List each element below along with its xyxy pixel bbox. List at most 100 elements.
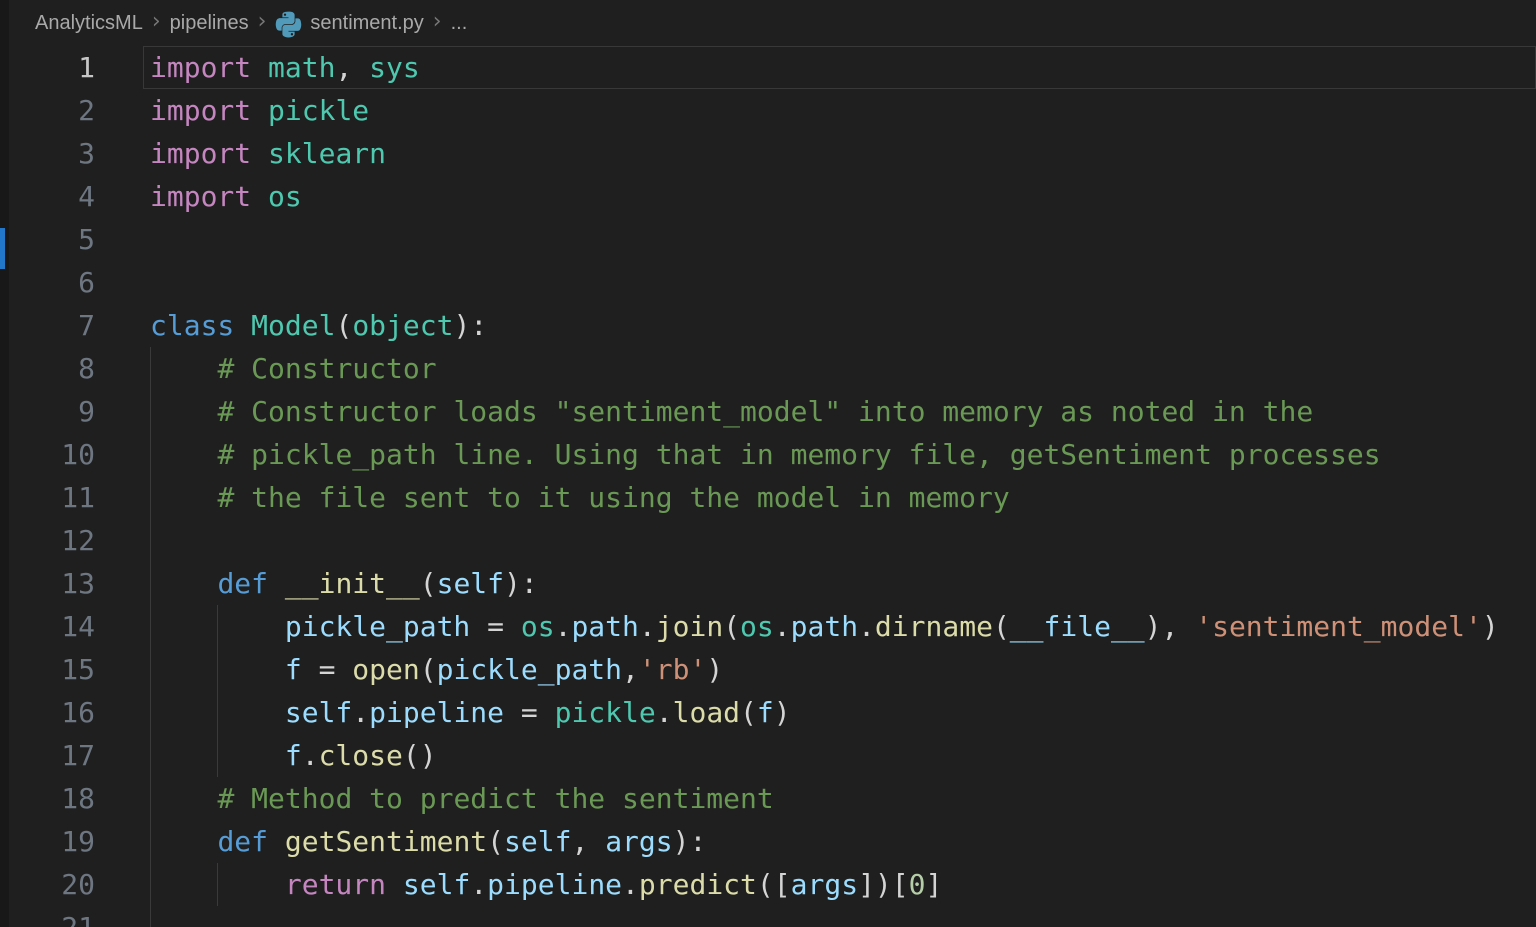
code-line[interactable]: 10 # pickle_path line. Using that in mem… xyxy=(9,433,1536,476)
code-token: # pickle_path line. Using that in memory… xyxy=(217,438,1380,471)
breadcrumb-item-project[interactable]: AnalyticsML xyxy=(35,12,143,35)
code-token: 0 xyxy=(909,868,926,901)
indent-guide xyxy=(150,648,151,691)
code-line[interactable]: 19 def getSentiment(self, args): xyxy=(9,820,1536,863)
code-token: ) xyxy=(706,653,723,686)
code-token: sklearn xyxy=(268,137,386,170)
breadcrumb-item-symbol[interactable]: ... xyxy=(451,12,468,35)
code-token: # Method to predict the sentiment xyxy=(217,782,773,815)
code-token xyxy=(251,137,268,170)
code-line[interactable]: 17 f.close() xyxy=(9,734,1536,777)
line-number[interactable]: 15 xyxy=(9,648,95,691)
code-line[interactable]: 8 # Constructor xyxy=(9,347,1536,390)
line-number[interactable]: 20 xyxy=(9,863,95,906)
line-number[interactable]: 5 xyxy=(9,218,95,261)
indent-guide xyxy=(150,562,151,605)
code-token xyxy=(234,309,251,342)
line-content: # Constructor loads "sentiment_model" in… xyxy=(150,390,1313,433)
indent-guide xyxy=(150,476,151,519)
code-token: join xyxy=(656,610,723,643)
line-number[interactable]: 12 xyxy=(9,519,95,562)
line-number[interactable]: 10 xyxy=(9,433,95,476)
code-line[interactable]: 11 # the file sent to it using the model… xyxy=(9,476,1536,519)
code-token: ), xyxy=(1145,610,1196,643)
code-token xyxy=(268,567,285,600)
line-number[interactable]: 11 xyxy=(9,476,95,519)
code-line[interactable]: 4import os xyxy=(9,175,1536,218)
code-token: pipeline xyxy=(369,696,504,729)
line-content: # Constructor xyxy=(150,347,437,390)
line-content: f.close() xyxy=(150,734,437,777)
code-token: os xyxy=(521,610,555,643)
line-number[interactable]: 17 xyxy=(9,734,95,777)
code-line[interactable]: 6 xyxy=(9,261,1536,304)
code-line[interactable]: 2 import pickle xyxy=(9,89,1536,132)
code-line[interactable]: 9 # Constructor loads "sentiment_model" … xyxy=(9,390,1536,433)
line-number[interactable]: 2 xyxy=(9,89,95,132)
line-number[interactable]: 1 xyxy=(9,46,95,89)
breadcrumb-item-folder[interactable]: pipelines xyxy=(170,12,249,35)
code-token: ( xyxy=(420,567,437,600)
code-token: ( xyxy=(487,825,504,858)
code-line[interactable]: 12 xyxy=(9,519,1536,562)
line-content: # Method to predict the sentiment xyxy=(150,777,774,820)
indent-guide xyxy=(217,605,218,648)
line-number[interactable]: 8 xyxy=(9,347,95,390)
line-number[interactable]: 9 xyxy=(9,390,95,433)
code-token: , xyxy=(335,51,369,84)
code-line[interactable]: 21 xyxy=(9,906,1536,927)
code-line[interactable]: 7class Model(object): xyxy=(9,304,1536,347)
code-line[interactable]: 18 # Method to predict the sentiment xyxy=(9,777,1536,820)
code-token: # Constructor xyxy=(217,352,436,385)
code-line[interactable]: 20 return self.pipeline.predict([args])[… xyxy=(9,863,1536,906)
code-line[interactable]: 3import sklearn xyxy=(9,132,1536,175)
indent-guide xyxy=(217,691,218,734)
line-number[interactable]: 13 xyxy=(9,562,95,605)
code-token: ) xyxy=(774,696,791,729)
line-number[interactable]: 16 xyxy=(9,691,95,734)
code-token: ])[ xyxy=(858,868,909,901)
code-token: 'sentiment_model' xyxy=(1195,610,1482,643)
code-token: pickle_path xyxy=(285,610,470,643)
python-icon xyxy=(275,11,302,38)
line-number[interactable]: 3 xyxy=(9,132,95,175)
indent-guide xyxy=(217,648,218,691)
indent-guide xyxy=(150,777,151,820)
code-line[interactable]: 13 def __init__(self): xyxy=(9,562,1536,605)
indent-guide xyxy=(150,863,151,906)
code-token: = xyxy=(470,610,521,643)
code-token xyxy=(150,782,217,815)
code-token: pickle_path xyxy=(437,653,622,686)
line-number[interactable]: 6 xyxy=(9,261,95,304)
line-number[interactable]: 14 xyxy=(9,605,95,648)
code-token: f xyxy=(757,696,774,729)
line-number[interactable]: 19 xyxy=(9,820,95,863)
code-token xyxy=(150,438,217,471)
code-token: ( xyxy=(993,610,1010,643)
line-content: def getSentiment(self, args): xyxy=(150,820,706,863)
code-line[interactable]: 5 xyxy=(9,218,1536,261)
line-number[interactable]: 7 xyxy=(9,304,95,347)
code-line[interactable]: 15 f = open(pickle_path,'rb') xyxy=(9,648,1536,691)
code-token: math xyxy=(268,51,335,84)
line-number[interactable]: 18 xyxy=(9,777,95,820)
line-number[interactable]: 4 xyxy=(9,175,95,218)
code-line[interactable]: 16 self.pipeline = pickle.load(f) xyxy=(9,691,1536,734)
line-content: import pickle xyxy=(150,89,369,132)
code-line[interactable]: 14 pickle_path = os.path.join(os.path.di… xyxy=(9,605,1536,648)
code-line[interactable]: 1import math, sys xyxy=(9,46,1536,89)
breadcrumb-item-file[interactable]: sentiment.py xyxy=(310,12,423,35)
code-token: pickle xyxy=(555,696,656,729)
code-token: import xyxy=(150,180,251,213)
editor[interactable]: 1import math, sys2import pickle3import s… xyxy=(9,46,1536,927)
code-token: import xyxy=(150,51,251,84)
code-token: ( xyxy=(420,653,437,686)
line-content: return self.pipeline.predict([args])[0] xyxy=(150,863,942,906)
code-token: args xyxy=(605,825,672,858)
code-token xyxy=(150,395,217,428)
code-token: load xyxy=(673,696,740,729)
code-token: pickle xyxy=(268,94,369,127)
code-token: open xyxy=(352,653,419,686)
chevron-right-icon: › xyxy=(249,9,276,34)
line-number[interactable]: 21 xyxy=(9,906,95,927)
